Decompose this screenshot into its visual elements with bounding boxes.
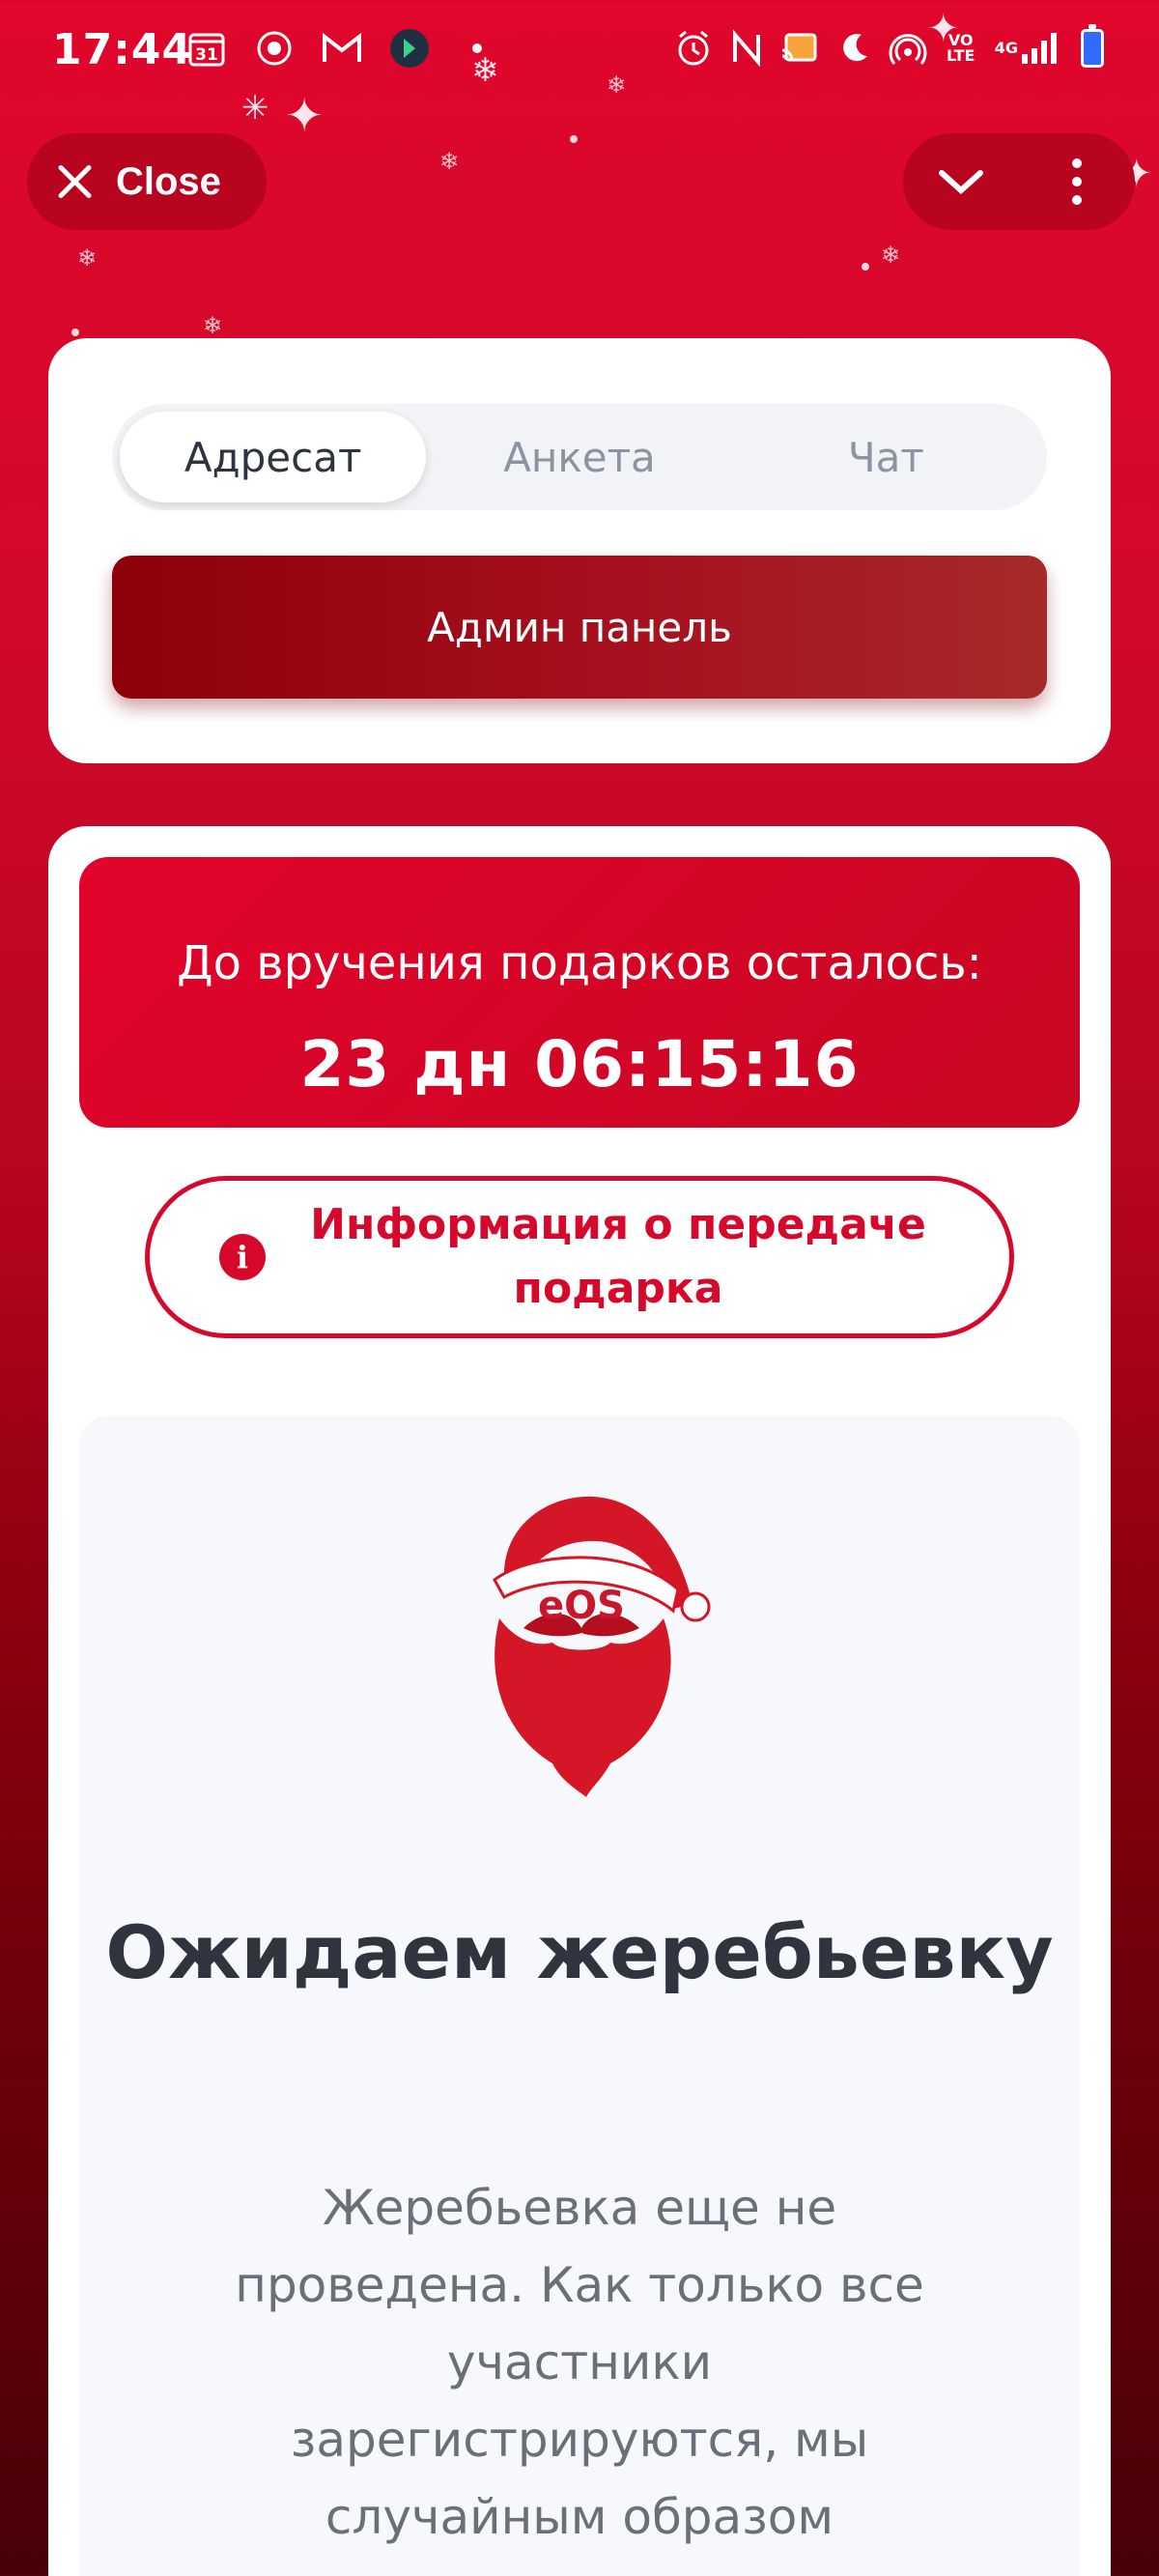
header-menu-pill: [903, 133, 1135, 230]
waiting-description: Жеребьевка еще не проведена. Как только …: [235, 2180, 924, 2545]
snowflake-icon: ❄: [203, 312, 223, 339]
snow-dot: [71, 329, 79, 336]
kebab-dot: [1072, 195, 1082, 205]
hotspot-icon: [889, 27, 927, 70]
kebab-dot: [1072, 158, 1082, 168]
gmail-icon: [321, 27, 363, 70]
admin-panel-button[interactable]: Админ панель: [112, 556, 1047, 699]
info-button-label: Информация о передаче подарка: [310, 1200, 926, 1313]
signal-icon: 4G: [995, 27, 1059, 70]
waiting-title: Ожидаем жеребьевку: [105, 1909, 1054, 1995]
more-options-button[interactable]: [1019, 133, 1135, 230]
volte-icon: VO LTE: [945, 27, 977, 70]
alarm-icon: [674, 27, 713, 70]
main-card: До вручения подарков осталось: 23 дн 06:…: [48, 826, 1111, 2576]
countdown-value: 23 дн 06:15:16: [299, 1027, 860, 1102]
santa-logo-icon: eOS: [493, 1496, 711, 1797]
countdown-banner: До вручения подарков осталось: 23 дн 06:…: [79, 857, 1080, 1128]
countdown-label: До вручения подарков осталось:: [177, 936, 982, 990]
tab-chat[interactable]: Чат: [733, 412, 1039, 502]
moon-icon: [836, 27, 871, 70]
snow-dot: [570, 135, 578, 143]
status-bar: 17:44 31 VO LTE 4G: [0, 0, 1159, 106]
snow-dot: [862, 263, 869, 271]
calendar-icon: 31: [185, 27, 228, 70]
network-gen: 4G: [994, 39, 1018, 57]
info-icon: i: [219, 1234, 266, 1280]
waiting-panel: eOS Ожидаем жеребьевку Жеребьевка еще не…: [79, 1416, 1080, 2576]
close-icon: [54, 161, 95, 202]
app-icon: [388, 27, 431, 70]
snowflake-icon: ❄: [881, 242, 901, 269]
close-label: Close: [116, 159, 221, 203]
chevron-down-icon: [939, 170, 983, 195]
tab-bar: Адресат Анкета Чат: [112, 404, 1047, 510]
notification-dot-icon: [456, 27, 498, 70]
calendar-day: 31: [195, 45, 218, 65]
navigation-card: Адресат Анкета Чат Админ панель: [48, 338, 1111, 763]
battery-icon: [1076, 24, 1109, 70]
tab-questionnaire[interactable]: Анкета: [426, 412, 732, 502]
nfc-icon: [730, 27, 763, 70]
record-icon: [253, 27, 296, 70]
gift-transfer-info-button[interactable]: i Информация о передаче подарка: [145, 1176, 1014, 1338]
kebab-dot: [1072, 177, 1082, 186]
santa-logo-text: eOS: [538, 1584, 625, 1628]
snowflake-icon: ❄: [439, 148, 460, 175]
network-label-bottom: LTE: [947, 46, 975, 65]
status-time: 17:44: [52, 25, 193, 74]
snowflake-icon: ❄: [77, 244, 98, 272]
cast-icon: [780, 27, 819, 70]
tab-recipient[interactable]: Адресат: [120, 412, 427, 502]
close-button[interactable]: Close: [27, 133, 267, 230]
collapse-button[interactable]: [903, 133, 1019, 230]
